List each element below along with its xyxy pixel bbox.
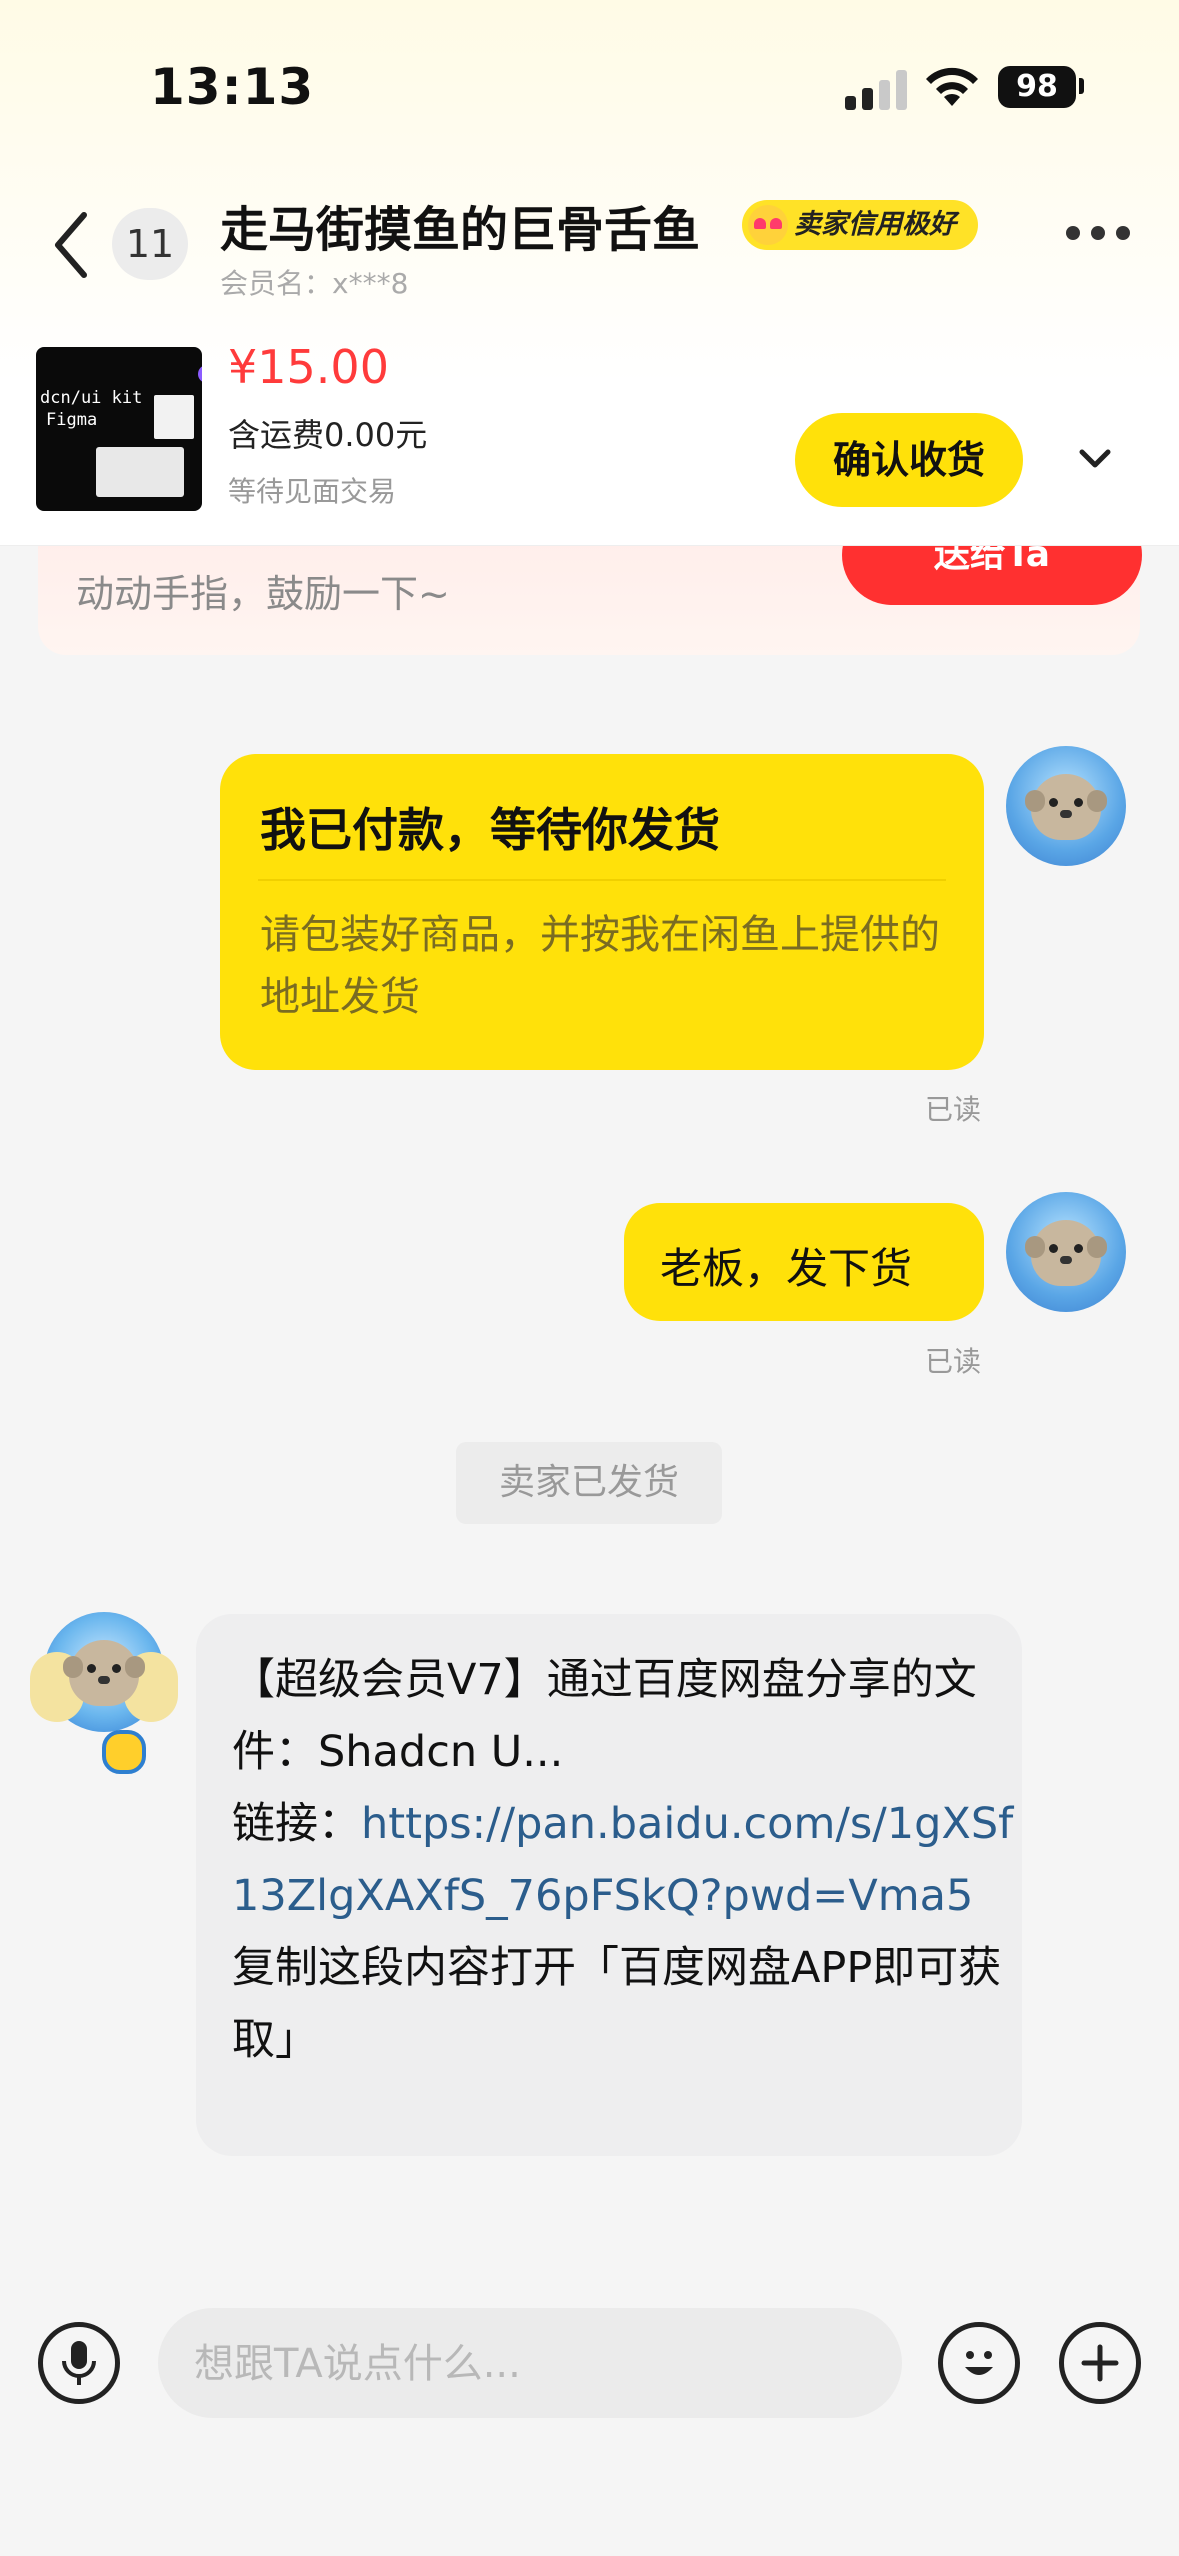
chevron-down-icon[interactable] xyxy=(1072,442,1118,476)
status-time: 13:13 xyxy=(150,58,315,116)
input-bar xyxy=(0,2268,1179,2556)
read-receipt: 已读 xyxy=(925,1345,982,1378)
seller-name[interactable]: 走马街摸鱼的巨骨舌鱼 xyxy=(220,190,700,260)
message-text: 老板，发下货 xyxy=(660,1244,913,1293)
thumbnail-dot-icon xyxy=(198,365,202,383)
emoji-icon xyxy=(965,2351,993,2375)
share-message-text: 【超级会员V7】通过百度网盘分享的文件：Shadcn U... 链接：https… xyxy=(232,1644,1022,2076)
confirm-receipt-button[interactable]: 确认收货 xyxy=(795,413,1023,507)
thumbnail-window-icon xyxy=(154,395,194,439)
message-input-box[interactable] xyxy=(158,2308,902,2418)
system-message: 卖家已发货 xyxy=(456,1442,722,1524)
message-bubble[interactable]: 老板，发下货 xyxy=(624,1203,984,1321)
shipping-fee: 含运费0.00元 xyxy=(228,416,428,454)
seller-avatar[interactable] xyxy=(30,1612,178,1774)
emoji-button[interactable] xyxy=(938,2322,1020,2404)
order-price: ¥15.00 xyxy=(228,340,389,394)
my-avatar[interactable] xyxy=(1006,746,1126,866)
heart-eyes-icon xyxy=(748,205,788,245)
medal-icon xyxy=(102,1730,146,1774)
cellular-signal-icon xyxy=(845,70,907,110)
wifi-icon xyxy=(926,67,978,106)
battery-tip xyxy=(1079,78,1084,94)
share-instructions: 复制这段内容打开「百度网盘APP即可获取」 xyxy=(232,1943,1002,2065)
share-line: 【超级会员V7】通过百度网盘分享的文件：Shadcn U... xyxy=(232,1655,977,1777)
credit-badge-label: 卖家信用极好 xyxy=(794,209,956,240)
more-actions-button[interactable] xyxy=(1059,2322,1141,2404)
order-card-title: 我已付款，等待你发货 xyxy=(260,803,720,857)
back-icon[interactable] xyxy=(48,205,98,285)
credit-badge: 卖家信用极好 xyxy=(742,200,978,250)
more-options-icon[interactable] xyxy=(1066,226,1130,248)
message-input[interactable] xyxy=(192,2328,876,2400)
voice-button[interactable] xyxy=(38,2322,120,2404)
thumbnail-dialog-icon xyxy=(96,447,184,497)
thumbnail-caption: dcn/ui kit Figma xyxy=(40,388,143,430)
order-status-card[interactable]: 我已付款，等待你发货 请包装好商品，并按我在闲鱼上提供的地址发货 xyxy=(220,754,984,1070)
unread-count-badge[interactable]: 11 xyxy=(112,208,188,280)
plus-icon xyxy=(1081,2344,1119,2382)
share-message-bubble[interactable]: 【超级会员V7】通过百度网盘分享的文件：Shadcn U... 链接：https… xyxy=(196,1614,1022,2156)
share-link-prefix: 链接： xyxy=(232,1799,361,1849)
encourage-text: 动动手指，鼓励一下~ xyxy=(76,572,450,616)
my-avatar[interactable] xyxy=(1006,1192,1126,1312)
order-card-divider xyxy=(258,879,946,881)
battery-level: 98 xyxy=(998,66,1076,108)
read-receipt: 已读 xyxy=(925,1093,982,1126)
status-bar: 13:13 98 xyxy=(0,0,1179,170)
member-name: 会员名：x***8 xyxy=(220,267,409,300)
trade-status: 等待见面交易 xyxy=(228,475,397,508)
microphone-icon xyxy=(62,2341,96,2385)
order-card-desc: 请包装好商品，并按我在闲鱼上提供的地址发货 xyxy=(260,912,940,1020)
product-thumbnail[interactable]: dcn/ui kit Figma xyxy=(36,347,202,511)
